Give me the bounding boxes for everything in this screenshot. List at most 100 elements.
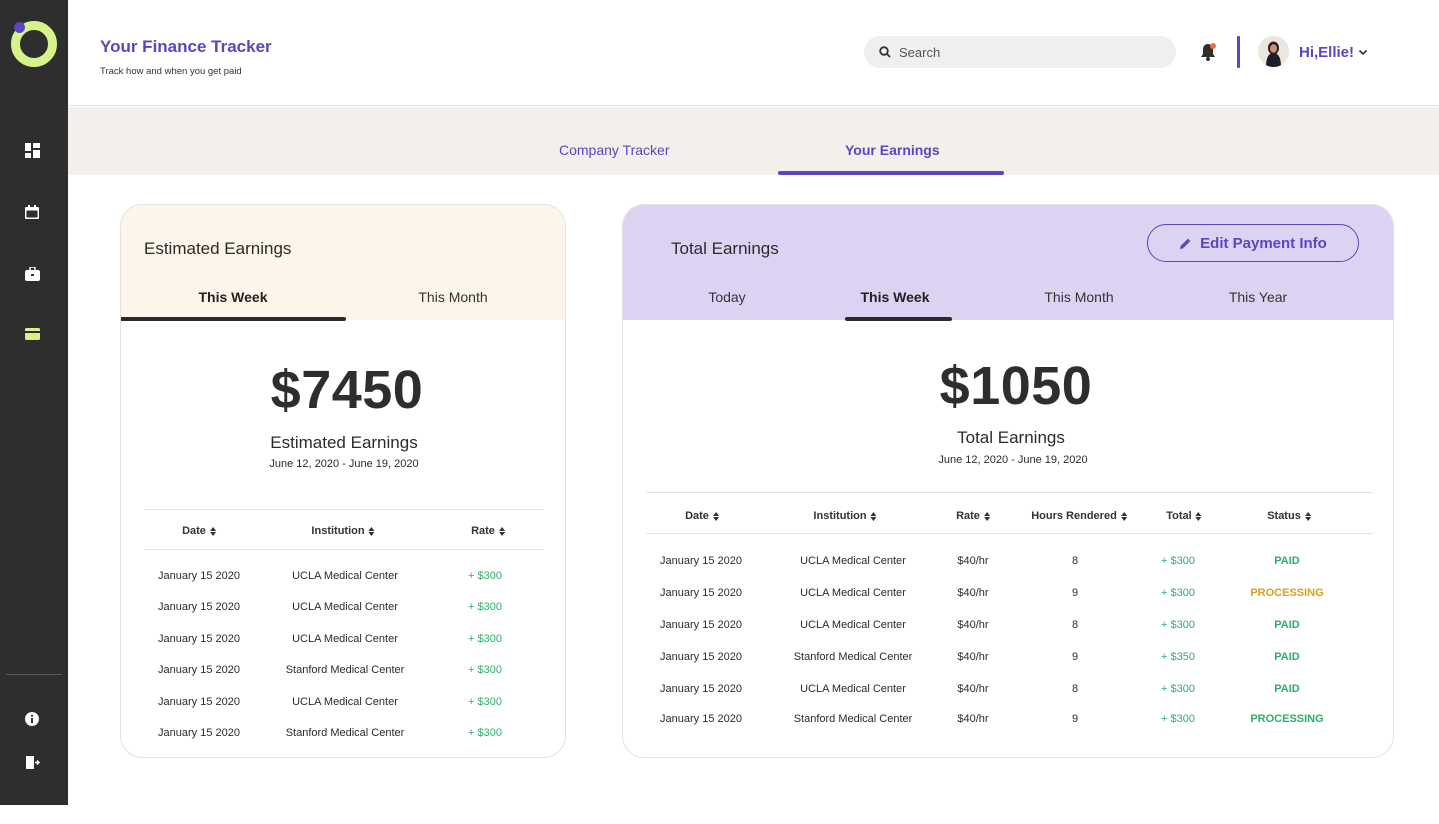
column-header-total[interactable]: Total [1166,510,1202,522]
cell-hours: 9 [1071,587,1079,599]
cell-rate: + $300 [468,664,502,676]
tabs-band: Company Tracker Your Earnings [68,107,1439,175]
cell-date: January 15 2020 [158,633,240,645]
cell-rate: $40/hr [957,619,989,631]
cell-rate: + $300 [468,727,502,739]
sort-icon [983,511,990,521]
estimated-amount-label: Estimated Earnings [270,433,418,452]
notification-bell-icon[interactable] [1199,42,1219,62]
column-header-rate[interactable]: Rate [956,510,990,522]
cell-date: January 15 2020 [660,555,742,567]
cell-institution: UCLA Medical Center [800,683,906,695]
info-icon[interactable] [24,711,40,727]
sidebar [0,0,68,805]
cell-date: January 15 2020 [158,696,240,708]
calendar-icon[interactable] [24,204,40,220]
total-earnings-card: Total Earnings Edit Payment Info Today T… [622,204,1394,758]
estimated-earnings-card: Estimated Earnings This Week This Month … [120,204,566,758]
cell-status: PAID [1274,683,1300,695]
cell-rate: + $300 [468,570,502,582]
avatar[interactable] [1258,36,1289,67]
column-header-rate[interactable]: Rate [471,525,505,537]
dashboard-icon[interactable] [24,142,40,158]
cell-hours: 8 [1071,683,1079,695]
cell-hours: 8 [1071,619,1079,631]
estimated-card-title: Estimated Earnings [144,239,292,258]
cell-rate: $40/hr [957,587,989,599]
estimated-tab-this-month[interactable]: This Month [418,289,487,305]
notification-badge [1210,43,1216,49]
cell-institution: Stanford Medical Center [793,713,913,725]
divider [646,533,1373,534]
total-card-title: Total Earnings [671,239,779,258]
divider [646,492,1373,493]
divider [144,549,544,550]
estimated-date-range: June 12, 2020 - June 19, 2020 [269,458,419,470]
column-header-institution[interactable]: Institution [311,525,375,537]
column-header-status[interactable]: Status [1267,510,1311,522]
logout-icon[interactable] [24,754,40,770]
total-tab-this-week[interactable]: This Week [861,289,930,305]
cell-institution: UCLA Medical Center [800,587,906,599]
divider [144,509,544,510]
cell-date: January 15 2020 [158,664,240,676]
total-amount: $1050 [939,356,1093,416]
column-header-institution[interactable]: Institution [813,510,877,522]
cell-hours: 9 [1071,713,1079,725]
cell-institution: UCLA Medical Center [292,570,398,582]
page-title: Your Finance Tracker [100,37,272,56]
sort-icon [870,511,877,521]
cell-rate: $40/hr [957,651,989,663]
cell-institution: Stanford Medical Center [793,651,913,663]
user-menu[interactable]: Hi,Ellie! [1299,44,1368,61]
estimated-card-header [121,205,565,320]
cell-status: PROCESSING [1250,587,1324,599]
tab-your-earnings[interactable]: Your Earnings [845,142,940,158]
sort-icon [712,511,719,521]
cell-rate: + $300 [468,601,502,613]
search-bar[interactable] [864,36,1176,68]
total-amount-label: Total Earnings [957,428,1065,447]
search-input[interactable] [899,44,1149,60]
column-header-date[interactable]: Date [685,510,719,522]
edit-payment-info-label: Edit Payment Info [1200,234,1327,252]
column-header-date[interactable]: Date [182,525,216,537]
cell-date: January 15 2020 [158,727,240,739]
column-header-hours-rendered[interactable]: Hours Rendered [1031,510,1127,522]
cell-date: January 15 2020 [660,683,742,695]
cell-status: PAID [1274,555,1300,567]
estimated-tab-this-week[interactable]: This Week [199,289,268,305]
total-tab-this-year[interactable]: This Year [1229,289,1287,305]
sidebar-divider [6,674,62,675]
cell-date: January 15 2020 [660,713,742,725]
cell-hours: 8 [1071,555,1079,567]
cell-total: + $300 [1161,713,1195,725]
total-date-range: June 12, 2020 - June 19, 2020 [938,454,1088,466]
cell-status: PAID [1274,619,1300,631]
cell-institution: UCLA Medical Center [800,555,906,567]
sort-icon [209,526,216,536]
sort-icon [1304,511,1311,521]
cell-date: January 15 2020 [158,570,240,582]
cell-rate: + $300 [468,696,502,708]
briefcase-icon[interactable] [24,266,40,282]
logo-dot [14,22,25,33]
cell-status: PAID [1274,651,1300,663]
estimated-tab-indicator [121,317,346,321]
total-tab-this-month[interactable]: This Month [1044,289,1113,305]
tab-company-tracker[interactable]: Company Tracker [559,142,669,158]
sort-icon [368,526,375,536]
cell-rate: $40/hr [957,555,989,567]
cell-total: + $300 [1161,619,1195,631]
total-tab-today[interactable]: Today [708,289,745,305]
cell-date: January 15 2020 [660,651,742,663]
chevron-down-icon [1358,49,1368,56]
cell-institution: UCLA Medical Center [292,633,398,645]
edit-payment-info-button[interactable]: Edit Payment Info [1147,224,1359,262]
search-icon [879,46,891,58]
pencil-icon [1180,238,1191,249]
sort-icon [1195,511,1202,521]
page-subtitle: Track how and when you get paid [100,66,242,77]
cell-total: + $300 [1161,587,1195,599]
credit-card-icon[interactable] [24,326,40,342]
